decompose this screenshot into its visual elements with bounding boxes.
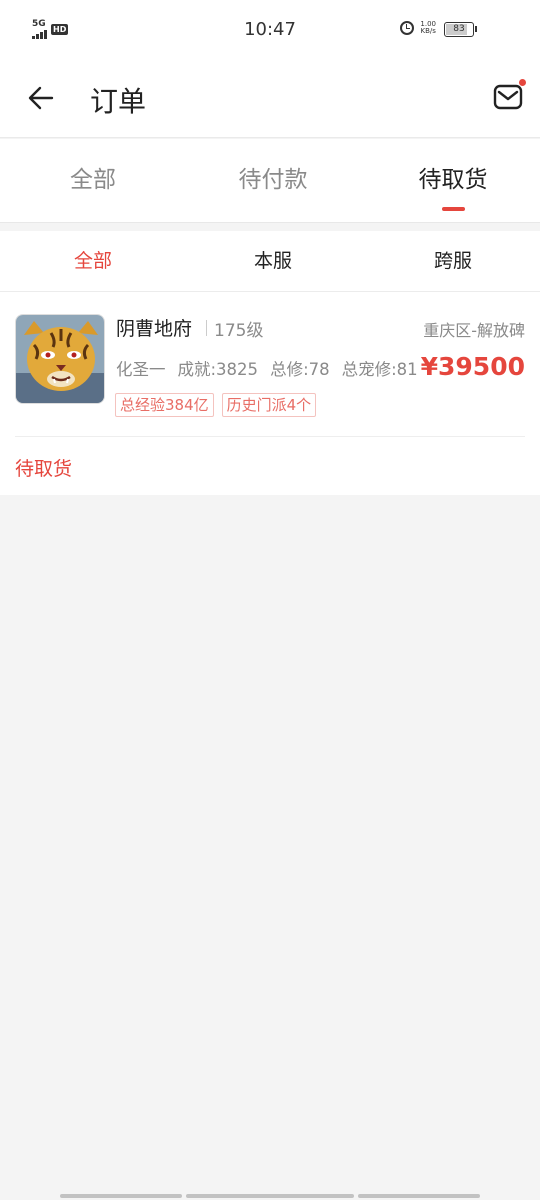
order-status-tabs: 全部 待付款 待取货 bbox=[0, 139, 540, 223]
name-divider bbox=[206, 320, 207, 336]
active-tab-indicator bbox=[442, 207, 465, 211]
stat-achievement: 成就:3825 bbox=[177, 360, 259, 379]
notification-dot bbox=[519, 79, 526, 86]
server-name: 重庆区-解放碑 bbox=[423, 321, 525, 340]
alarm-clock-icon bbox=[400, 21, 415, 35]
messages-button[interactable] bbox=[492, 79, 526, 114]
battery-icon: 83 bbox=[444, 22, 477, 37]
arrow-left-icon bbox=[28, 86, 54, 110]
role-name: 阴曹地府 bbox=[116, 318, 193, 340]
feature-tags: 总经验384亿 历史门派4个 bbox=[115, 393, 317, 417]
status-bar: 5G HD 10:47 1.00 KB/s 83 bbox=[0, 0, 540, 60]
subtab-all[interactable]: 全部 bbox=[3, 231, 183, 292]
subtab-cross-server[interactable]: 跨服 bbox=[363, 231, 540, 292]
tab-all[interactable]: 全部 bbox=[3, 139, 183, 223]
tag-history-schools: 历史门派4个 bbox=[221, 393, 317, 417]
order-price: ¥39500 bbox=[420, 352, 525, 381]
page-title: 订单 bbox=[90, 85, 147, 118]
order-status: 待取货 bbox=[15, 458, 73, 480]
status-right-group: 1.00 KB/s bbox=[400, 21, 436, 35]
gesture-bar-center bbox=[186, 1194, 354, 1198]
tiger-warrior-avatar bbox=[15, 314, 105, 404]
stat-rank: 化圣一 bbox=[116, 360, 166, 379]
stat-total-cultivation: 总修:78 bbox=[270, 360, 330, 379]
order-card[interactable]: 阴曹地府 175级 重庆区-解放碑 化圣一 成就:3825 总修:78 总宠修:81 … bbox=[0, 292, 540, 495]
net-speed-unit: KB/s bbox=[420, 27, 436, 35]
tab-pending-payment[interactable]: 待付款 bbox=[183, 139, 363, 223]
subtab-same-server[interactable]: 本服 bbox=[183, 231, 363, 292]
app-header: 订单 bbox=[0, 60, 540, 138]
role-stats: 化圣一 成就:3825 总修:78 总宠修:81 bbox=[116, 356, 430, 380]
net-speed: 1.00 KB/s bbox=[420, 21, 436, 35]
server-filter-tabs: 全部 本服 跨服 bbox=[0, 231, 540, 292]
stat-pet-cultivation: 总宠修:81 bbox=[341, 360, 418, 379]
role-level: 175级 bbox=[214, 321, 264, 341]
battery-level: 83 bbox=[453, 24, 465, 34]
tag-total-exp: 总经验384亿 bbox=[115, 393, 214, 417]
card-divider bbox=[15, 436, 525, 437]
back-button[interactable] bbox=[26, 82, 58, 114]
gesture-bar-left bbox=[60, 1194, 182, 1198]
gesture-bar-right bbox=[358, 1194, 480, 1198]
